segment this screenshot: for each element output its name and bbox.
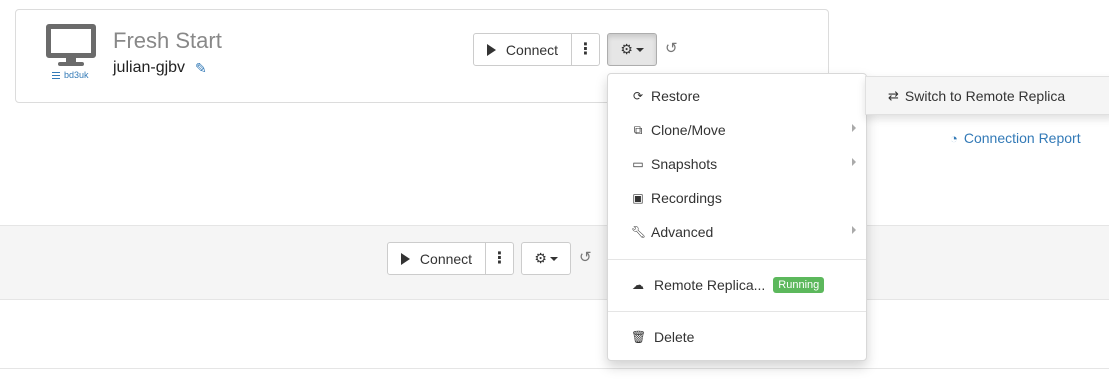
- host-tag-label: bd3uk: [64, 70, 89, 80]
- divider: [0, 368, 1109, 369]
- gear-icon: ⚙: [620, 41, 633, 57]
- settings-dropdown-button-secondary[interactable]: ⚙: [521, 242, 571, 275]
- play-icon: [400, 252, 410, 265]
- dashboard-icon: ◔: [950, 130, 958, 146]
- connect-label: Connect: [505, 41, 559, 58]
- chevron-right-icon: [852, 226, 856, 234]
- remote-replica-submenu-item[interactable]: ⇄ Switch to Remote Replica: [865, 76, 1109, 115]
- caret-down-icon: [549, 256, 558, 261]
- menu-item-label: Recordings: [651, 190, 722, 206]
- vertical-dots-icon: ⋮: [491, 249, 508, 267]
- history-icon[interactable]: ↺: [579, 248, 592, 266]
- menu-item-restore[interactable]: ⟳ Restore: [608, 81, 866, 111]
- copy-icon: ⧉: [633, 122, 643, 137]
- connect-button[interactable]: Connect: [473, 33, 572, 66]
- machine-name: julian-gjbv: [113, 59, 186, 76]
- trash-icon: 🗑︎: [631, 330, 647, 344]
- settings-dropdown-menu: ⟳ Restore ⧉ Clone/Move ▭ Snapshots ▣ Rec…: [607, 73, 867, 361]
- status-badge: Running: [773, 277, 825, 293]
- caret-down-icon: [635, 47, 644, 52]
- hdd-icon: ▭: [632, 157, 644, 171]
- menu-item-label: Snapshots: [651, 156, 718, 172]
- machine-title: Fresh Start: [113, 28, 222, 53]
- submenu-label: Switch to Remote Replica: [904, 87, 1066, 104]
- menu-item-label: Remote Replica...: [654, 277, 766, 293]
- menu-divider: [608, 259, 866, 260]
- menu-item-label: Clone/Move: [651, 122, 726, 138]
- menu-item-label: Restore: [651, 88, 701, 104]
- switch-icon: ⇄: [888, 87, 899, 103]
- history-icon[interactable]: ↺: [665, 39, 678, 57]
- gear-icon: ⚙: [534, 250, 547, 266]
- menu-item-label: Delete: [654, 329, 695, 345]
- connect-button-secondary[interactable]: Connect: [387, 242, 486, 275]
- play-icon: [486, 43, 496, 56]
- menu-item-recordings[interactable]: ▣ Recordings: [608, 183, 866, 213]
- host-tag: bd3uk: [52, 70, 89, 80]
- menu-item-clone-move[interactable]: ⧉ Clone/Move: [608, 115, 866, 145]
- settings-dropdown-button[interactable]: ⚙: [607, 33, 657, 66]
- server-icon: [52, 71, 60, 79]
- menu-item-remote-replica[interactable]: ☁ Remote Replica... Running: [608, 270, 866, 300]
- edit-pencil-icon[interactable]: ✎: [195, 60, 207, 77]
- chevron-right-icon: [852, 158, 856, 166]
- refresh-icon: ⟳: [632, 89, 644, 103]
- menu-item-label: Advanced: [651, 224, 714, 240]
- menu-divider: [608, 311, 866, 312]
- wrench-icon: 🔧︎: [631, 225, 647, 239]
- machine-name-row: julian-gjbv ✎: [113, 59, 207, 77]
- film-icon: ▣: [632, 191, 644, 205]
- connect-options-button-secondary[interactable]: ⋮: [485, 242, 514, 275]
- chevron-right-icon: [852, 124, 856, 132]
- connect-label-secondary: Connect: [419, 250, 473, 267]
- menu-item-advanced[interactable]: 🔧︎ Advanced: [608, 217, 866, 247]
- cloud-icon: ☁: [632, 278, 644, 292]
- menu-item-snapshots[interactable]: ▭ Snapshots: [608, 149, 866, 179]
- vertical-dots-icon: ⋮: [577, 40, 594, 58]
- connection-report-link[interactable]: ◔ Connection Report: [950, 130, 1081, 146]
- connection-report-label: Connection Report: [963, 130, 1081, 146]
- menu-item-delete[interactable]: 🗑︎ Delete: [608, 322, 866, 352]
- connect-options-button[interactable]: ⋮: [571, 33, 600, 66]
